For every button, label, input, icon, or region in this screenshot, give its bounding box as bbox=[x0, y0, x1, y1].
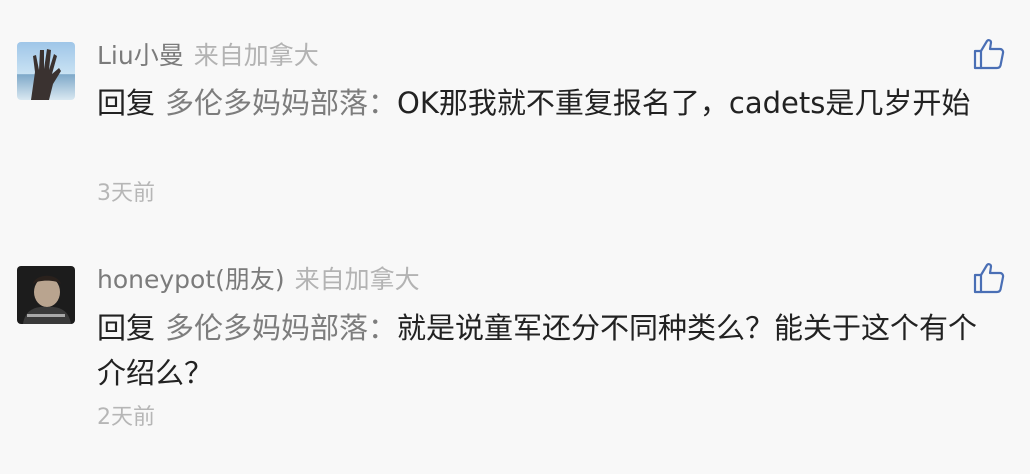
reply-label: 回复 bbox=[97, 311, 156, 345]
hand-photo-avatar-icon bbox=[17, 42, 75, 100]
reply-label: 回复 bbox=[97, 86, 156, 120]
thumbs-up-icon bbox=[973, 39, 1005, 70]
comment-text: OK那我就不重复报名了，cadets是几岁开始 bbox=[397, 86, 971, 120]
like-button[interactable] bbox=[971, 36, 1007, 72]
user-avatar[interactable] bbox=[17, 266, 75, 324]
user-avatar[interactable] bbox=[17, 42, 75, 100]
movie-still-avatar-icon bbox=[17, 266, 75, 324]
comment-time: 3天前 bbox=[97, 181, 155, 206]
username[interactable]: honeypot(朋友) bbox=[97, 265, 285, 294]
comment-meta: Liu小曼 来自加拿大 bbox=[97, 40, 319, 72]
username[interactable]: Liu小曼 bbox=[97, 41, 184, 70]
comment-body: 回复 多伦多妈妈部落：就是说童军还分不同种类么？能关于这个有个介绍么？ bbox=[97, 306, 1002, 396]
user-location: 来自加拿大 bbox=[193, 41, 319, 70]
reply-target[interactable]: 多伦多妈妈部落： bbox=[165, 311, 397, 345]
thumbs-up-icon bbox=[973, 263, 1005, 294]
comment-time: 2天前 bbox=[97, 405, 155, 430]
comment-body: 回复 多伦多妈妈部落：OK那我就不重复报名了，cadets是几岁开始 bbox=[97, 81, 1002, 126]
comment-meta: honeypot(朋友) 来自加拿大 bbox=[97, 264, 420, 296]
user-location: 来自加拿大 bbox=[294, 265, 420, 294]
like-button[interactable] bbox=[971, 260, 1007, 296]
reply-target[interactable]: 多伦多妈妈部落： bbox=[165, 86, 397, 120]
